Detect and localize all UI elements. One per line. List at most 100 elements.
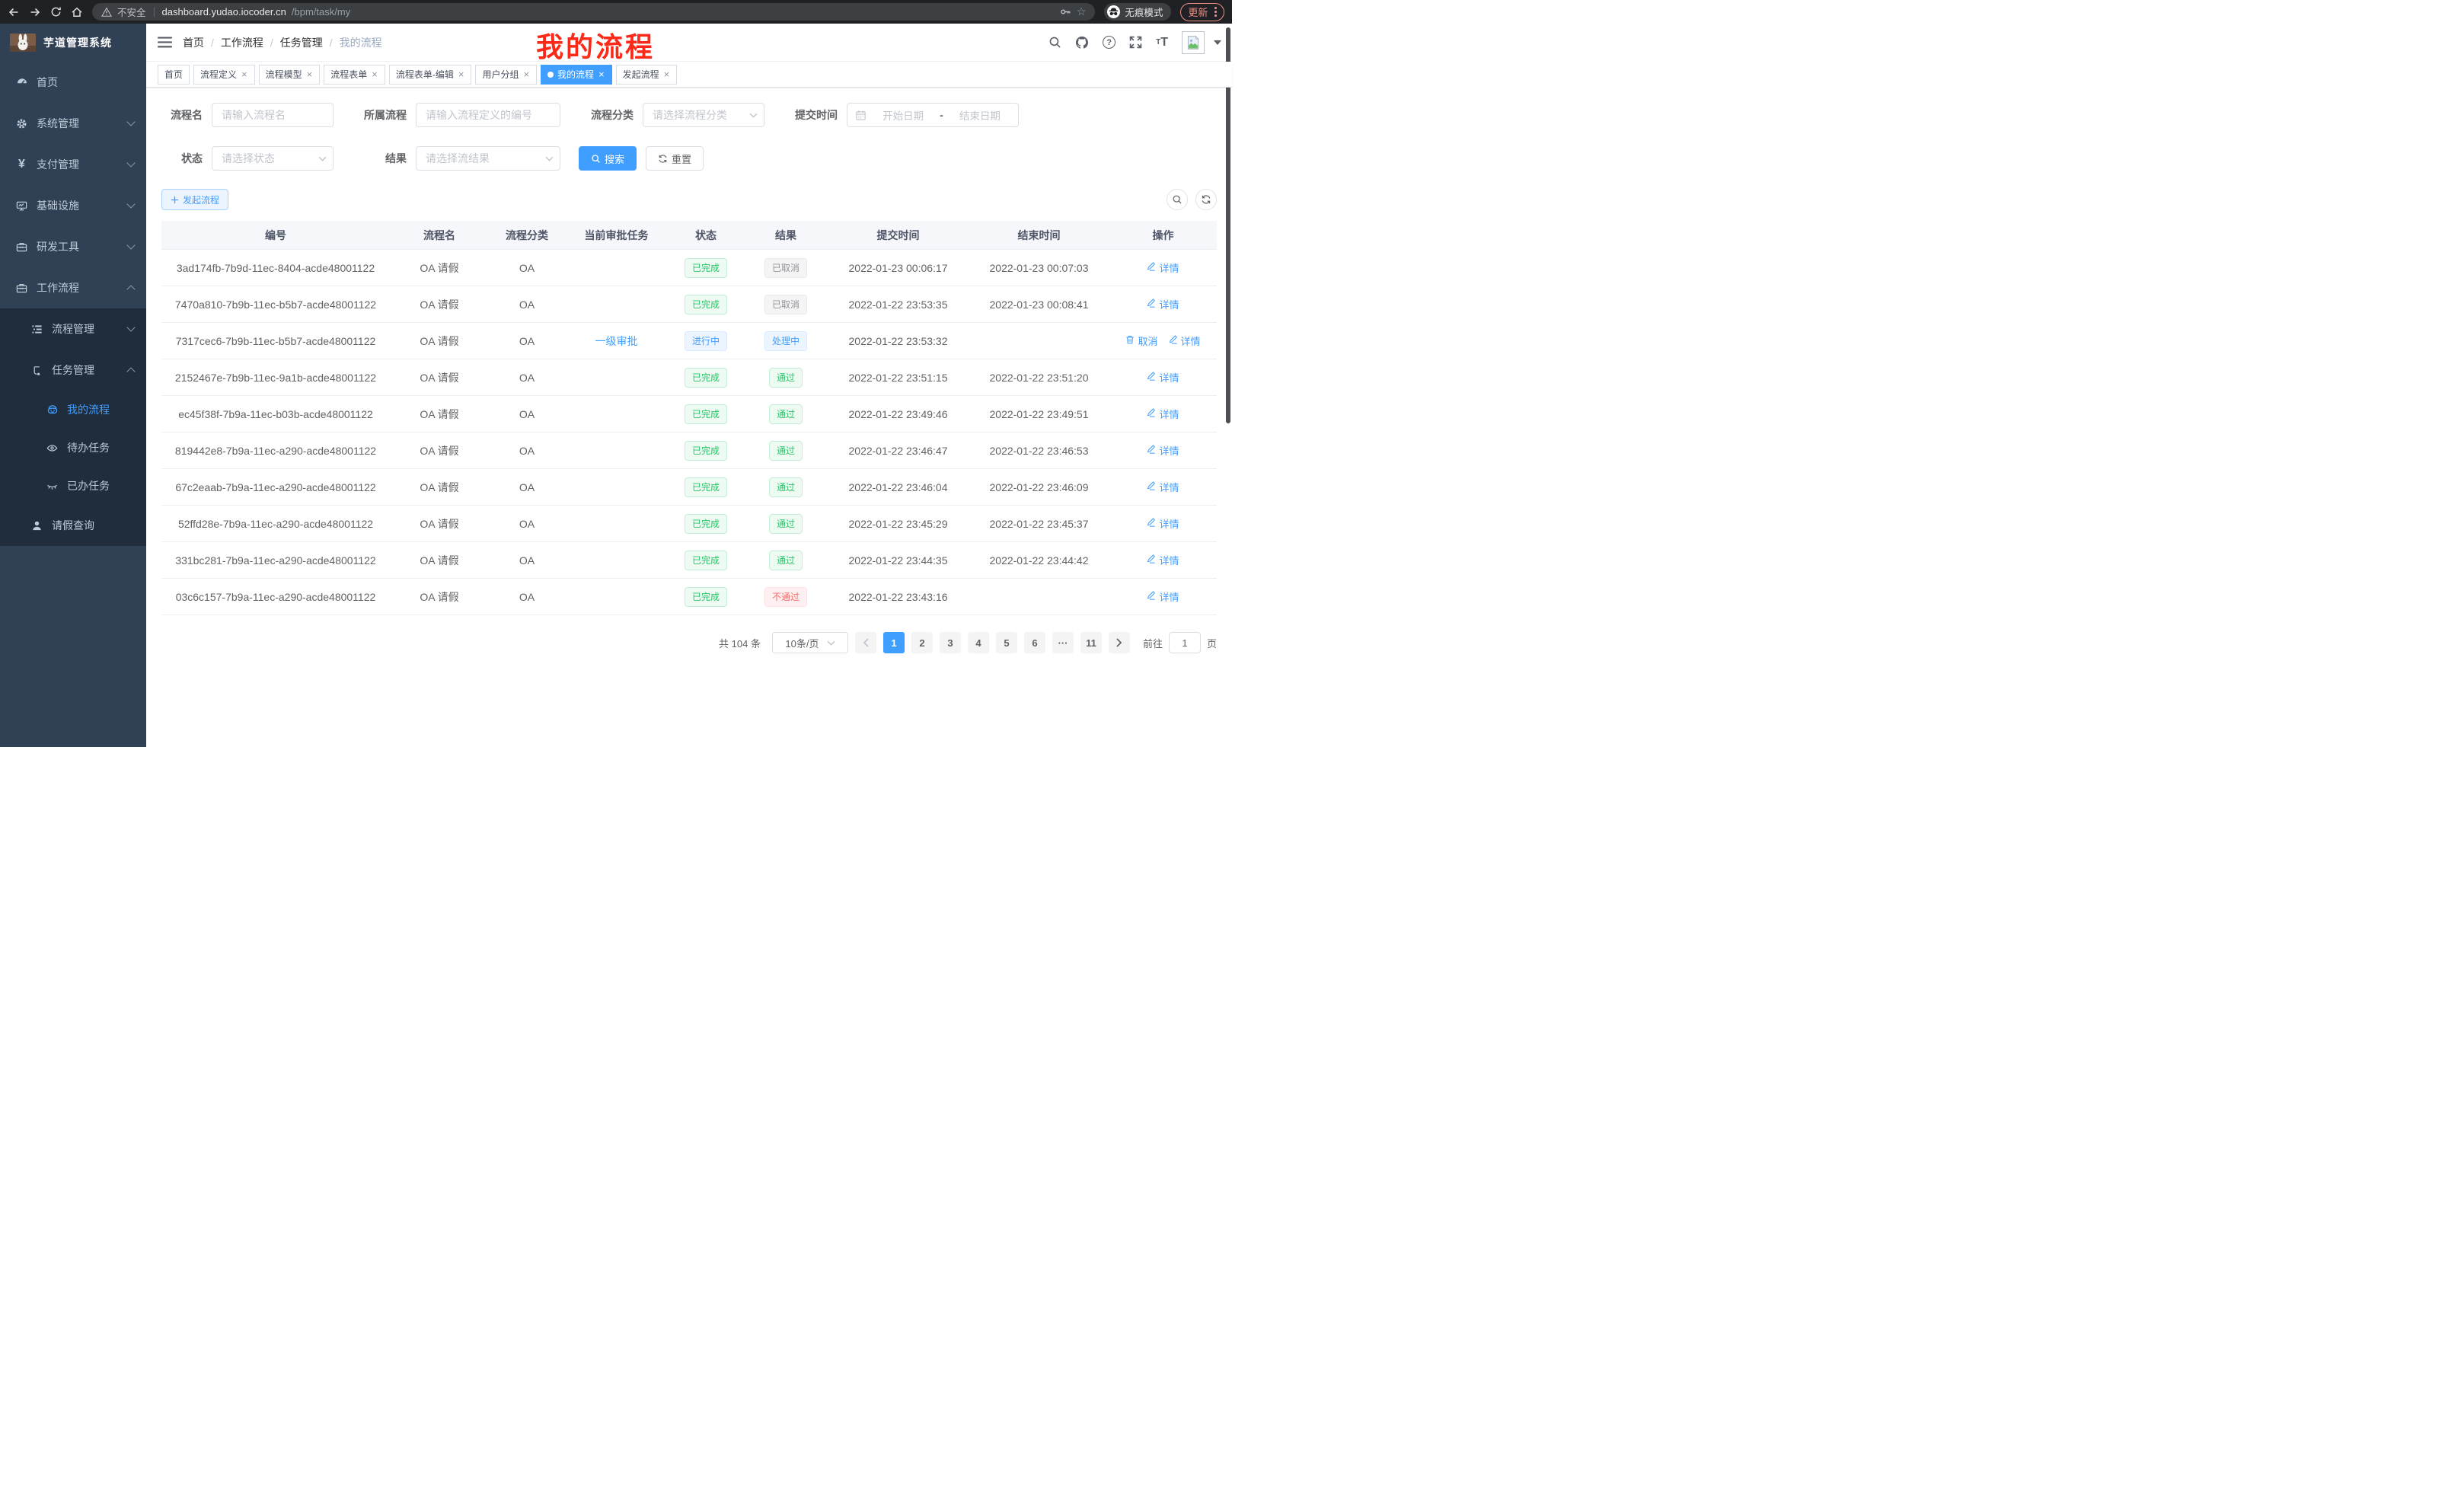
breadcrumb-item[interactable]: 首页: [183, 35, 204, 50]
process-definition-input[interactable]: [416, 103, 560, 127]
reload-icon[interactable]: [50, 6, 62, 18]
page-button-11[interactable]: 11: [1080, 632, 1102, 653]
close-icon[interactable]: ×: [371, 69, 378, 79]
star-icon[interactable]: ☆: [1077, 5, 1087, 18]
update-button[interactable]: 更新: [1180, 3, 1224, 21]
tab-process-definition[interactable]: 流程定义×: [193, 65, 255, 85]
sidebar: 芋道管理系统 首页系统管理¥支付管理基础设施研发工具工作流程流程管理任务管理我的…: [0, 24, 146, 747]
page-button-2[interactable]: 2: [911, 632, 933, 653]
detail-link[interactable]: 详情: [1147, 480, 1179, 494]
result-select[interactable]: [416, 146, 560, 171]
cancel-link[interactable]: 取消: [1125, 334, 1157, 348]
breadcrumb-item[interactable]: 工作流程: [221, 35, 263, 50]
sidebar-item-infrastructure[interactable]: 基础设施: [0, 185, 146, 226]
close-icon[interactable]: ×: [598, 69, 605, 79]
search-icon[interactable]: [1048, 36, 1061, 49]
close-icon[interactable]: ×: [458, 69, 465, 79]
detail-link[interactable]: 详情: [1147, 443, 1179, 458]
toggle-search-button[interactable]: [1167, 189, 1188, 210]
caret-down-icon[interactable]: [1214, 40, 1221, 45]
security-label[interactable]: 不安全: [117, 5, 146, 19]
table-row: 3ad174fb-7b9d-11ec-8404-acde48001122OA 请…: [161, 250, 1217, 286]
sidebar-item-my-process[interactable]: 我的流程: [0, 391, 146, 429]
close-icon[interactable]: ×: [241, 69, 248, 79]
menu-dots-icon[interactable]: [1214, 7, 1217, 17]
detail-link[interactable]: 详情: [1147, 260, 1179, 275]
pencil-icon: [1147, 591, 1156, 602]
page-button-3[interactable]: 3: [940, 632, 961, 653]
result-badge: 通过: [769, 404, 803, 424]
reset-button[interactable]: 重置: [646, 146, 704, 171]
sidebar-item-workflow[interactable]: 工作流程: [0, 267, 146, 308]
goto-page-input[interactable]: [1169, 632, 1201, 653]
app-logo-row[interactable]: 芋道管理系统: [0, 24, 146, 62]
task-link[interactable]: 一级审批: [595, 335, 638, 347]
sidebar-item-done-tasks[interactable]: 已办任务: [0, 467, 146, 505]
tab-home[interactable]: 首页: [158, 65, 190, 85]
sidebar-item-dev-tools[interactable]: 研发工具: [0, 226, 146, 267]
detail-link[interactable]: 详情: [1147, 589, 1179, 604]
sidebar-item-task-management[interactable]: 任务管理: [0, 350, 146, 391]
page-button-4[interactable]: 4: [968, 632, 989, 653]
page-button-1[interactable]: 1: [883, 632, 905, 653]
table-row: 819442e8-7b9a-11ec-a290-acde48001122OA 请…: [161, 433, 1217, 469]
fullscreen-icon[interactable]: [1129, 36, 1142, 49]
close-icon[interactable]: ×: [663, 69, 671, 79]
hamburger-icon[interactable]: [158, 37, 172, 48]
search-button[interactable]: 搜索: [579, 146, 637, 171]
page-button-5[interactable]: 5: [996, 632, 1017, 653]
refresh-table-button[interactable]: [1195, 189, 1217, 210]
tab-process-form-edit[interactable]: 流程表单-编辑×: [389, 65, 472, 85]
detail-link[interactable]: 详情: [1147, 553, 1179, 567]
detail-link[interactable]: 详情: [1147, 370, 1179, 385]
address-bar[interactable]: 不安全 dashboard.yudao.iocoder.cn/bpm/task/…: [92, 3, 1095, 21]
sidebar-item-process-management[interactable]: 流程管理: [0, 308, 146, 350]
page-button-6[interactable]: 6: [1024, 632, 1045, 653]
home-icon[interactable]: [71, 6, 83, 18]
process-name-input[interactable]: [212, 103, 334, 127]
avatar[interactable]: [1182, 31, 1205, 54]
tab-user-group[interactable]: 用户分组×: [475, 65, 537, 85]
close-icon[interactable]: ×: [306, 69, 314, 79]
back-icon[interactable]: [8, 6, 20, 18]
pagination: 共 104 条10条/页123456···11前往页: [161, 632, 1217, 653]
cell-status: 已完成: [668, 258, 744, 278]
tab-my-process[interactable]: 我的流程×: [541, 65, 612, 85]
create-process-button[interactable]: 发起流程: [161, 189, 228, 210]
key-icon[interactable]: [1060, 6, 1071, 18]
status-select[interactable]: [212, 146, 334, 171]
font-size-icon[interactable]: TT: [1156, 36, 1168, 49]
more-pages-button[interactable]: ···: [1052, 632, 1074, 653]
sidebar-item-system-management[interactable]: 系统管理: [0, 103, 146, 144]
chevron-up-icon: [126, 285, 135, 293]
sidebar-item-todo-tasks[interactable]: 待办任务: [0, 429, 146, 467]
cell-actions: 取消详情: [1109, 334, 1217, 348]
close-icon[interactable]: ×: [522, 69, 530, 79]
detail-link[interactable]: 详情: [1169, 334, 1201, 348]
submit-time-range-picker[interactable]: 开始日期 - 结束日期: [847, 103, 1019, 127]
sidebar-item-label: 任务管理: [52, 362, 94, 378]
warning-icon: [101, 7, 112, 18]
detail-link[interactable]: 详情: [1147, 516, 1179, 531]
page-size-select[interactable]: 10条/页: [772, 632, 848, 653]
prev-page-button[interactable]: [855, 632, 876, 653]
start-date-placeholder[interactable]: 开始日期: [873, 107, 934, 123]
forward-icon[interactable]: [29, 6, 41, 18]
next-page-button[interactable]: [1109, 632, 1130, 653]
help-icon[interactable]: ?: [1103, 36, 1116, 49]
tab-start-process[interactable]: 发起流程×: [616, 65, 678, 85]
end-date-placeholder[interactable]: 结束日期: [950, 107, 1010, 123]
cell-id: 2152467e-7b9b-11ec-9a1b-acde48001122: [161, 372, 390, 384]
sidebar-item-home[interactable]: 首页: [0, 62, 146, 103]
sidebar-item-leave-query[interactable]: 请假查询: [0, 505, 146, 546]
cell-result: 已取消: [744, 258, 828, 278]
breadcrumb-item[interactable]: 任务管理: [280, 35, 323, 50]
tab-process-model[interactable]: 流程模型×: [259, 65, 321, 85]
goto-page: 前往页: [1143, 632, 1217, 653]
sidebar-item-payment-management[interactable]: ¥支付管理: [0, 144, 146, 185]
category-select[interactable]: [643, 103, 764, 127]
github-icon[interactable]: [1075, 36, 1089, 49]
tab-process-form[interactable]: 流程表单×: [324, 65, 385, 85]
detail-link[interactable]: 详情: [1147, 297, 1179, 311]
detail-link[interactable]: 详情: [1147, 407, 1179, 421]
